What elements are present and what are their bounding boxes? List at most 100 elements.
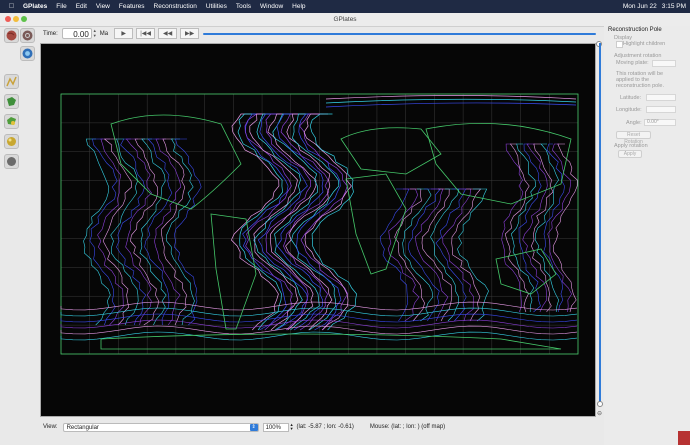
mouse-coordinates: Mouse: (lat: ; lon: ) (off map) xyxy=(369,424,446,430)
angle-field[interactable]: 0.00° xyxy=(644,119,676,126)
measure-tool-button[interactable] xyxy=(4,154,19,169)
menu-view[interactable]: View xyxy=(96,3,110,10)
menu-edit[interactable]: Edit xyxy=(76,3,87,10)
globe-icon xyxy=(6,30,17,41)
close-window-button[interactable] xyxy=(5,16,11,22)
menu-help[interactable]: Help xyxy=(292,3,305,10)
minimize-window-button[interactable] xyxy=(13,16,19,22)
isochron-line xyxy=(510,143,537,313)
step-forward-button[interactable]: ▶▶ xyxy=(180,28,200,39)
digitise-line-icon xyxy=(6,76,17,87)
zoom-window-button[interactable] xyxy=(21,16,27,22)
map-canvas[interactable] xyxy=(40,43,596,417)
step-back-button[interactable]: ◀◀ xyxy=(158,28,178,39)
measure-icon xyxy=(7,157,16,166)
globe-tool-button[interactable] xyxy=(4,28,19,43)
moving-plate-field[interactable] xyxy=(652,60,676,67)
isochron-line xyxy=(534,143,560,313)
step-forward-icon: ▶▶ xyxy=(185,31,195,37)
time-input[interactable]: 0.00 xyxy=(61,28,92,39)
menu-tools[interactable]: Tools xyxy=(236,3,251,10)
isochron-line xyxy=(125,138,153,326)
clock-time[interactable]: 3:15 PM xyxy=(662,3,686,10)
isochron-line xyxy=(325,95,577,100)
rotate-pole-icon xyxy=(7,137,16,146)
camera-lat-lon: (lat: -5.87 ; lon: -0.61) xyxy=(296,424,354,430)
plate-reconstruction-map[interactable] xyxy=(41,44,595,416)
time-label: Time: xyxy=(43,30,58,37)
isochron-line xyxy=(139,138,167,326)
select-feature-tool-button[interactable] xyxy=(4,94,19,109)
longitude-field[interactable] xyxy=(646,106,676,113)
zoom-level-field[interactable]: 100% xyxy=(262,422,289,432)
zoom-slider-handle[interactable] xyxy=(597,401,603,407)
apply-button[interactable]: Apply xyxy=(618,150,642,158)
reconstruction-pole-panel: Reconstruction Pole Display Highlight ch… xyxy=(604,26,690,445)
zoom-stepper[interactable]: ▲ ▼ xyxy=(290,423,294,431)
apply-rotation-label: Apply rotation xyxy=(614,143,648,149)
isochron-line xyxy=(547,143,572,313)
dock-icon-corner[interactable] xyxy=(678,431,690,445)
isochron-line xyxy=(166,138,195,326)
time-slider[interactable] xyxy=(203,33,596,35)
isochron-line xyxy=(272,113,320,331)
menu-file[interactable]: File xyxy=(56,3,66,10)
menu-reconstruction[interactable]: Reconstruction xyxy=(154,3,197,10)
rotation-note-line-3: reconstruction pole. xyxy=(616,83,664,89)
globe-zoom-tool-button[interactable] xyxy=(20,28,35,43)
isochron-line xyxy=(285,113,333,331)
longitude-label: Longitude: xyxy=(616,107,642,113)
move-vertex-icon xyxy=(7,117,16,125)
time-stepper[interactable]: ▲ ▼ xyxy=(92,28,98,39)
step-back-icon: ◀◀ xyxy=(163,31,173,37)
rotate-pole-tool-button[interactable] xyxy=(4,134,19,149)
clock-date[interactable]: Mon Jun 22 xyxy=(623,3,657,10)
isochron-line xyxy=(402,188,434,322)
menu-features[interactable]: Features xyxy=(119,3,145,10)
projection-value: Rectangular xyxy=(66,424,99,431)
projection-select[interactable]: Rectangular ⇕ xyxy=(62,422,259,432)
isochron-line xyxy=(530,143,554,313)
menu-window[interactable]: Window xyxy=(260,3,283,10)
move-vertex-tool-button[interactable] xyxy=(4,114,19,129)
isochron-line xyxy=(309,113,357,331)
window-title: GPlates xyxy=(333,16,357,23)
window-title-bar: GPlates xyxy=(0,13,690,27)
apple-icon[interactable]:  xyxy=(6,3,17,10)
isochron-line xyxy=(60,319,578,329)
moving-plate-label: Moving plate: xyxy=(616,60,649,66)
zoom-out-icon[interactable]: ⊖ xyxy=(597,410,602,417)
isochron-line xyxy=(325,98,577,104)
angle-label: Angle: xyxy=(626,120,642,126)
status-bar: View: Rectangular ⇕ 100% ▲ ▼ (lat: -5.87 … xyxy=(40,420,600,434)
latitude-field[interactable] xyxy=(646,94,676,101)
zoom-tool-button[interactable] xyxy=(20,46,35,61)
zoom-slider-track[interactable] xyxy=(599,43,601,405)
select-feature-icon xyxy=(7,97,16,106)
isochron-line xyxy=(387,188,420,322)
menu-app-name[interactable]: GPlates xyxy=(23,3,47,10)
view-label: View: xyxy=(43,424,58,430)
highlight-children-checkbox[interactable] xyxy=(616,41,623,48)
isochron-line xyxy=(303,113,352,331)
isochron-line xyxy=(230,113,280,331)
isochron-line xyxy=(60,307,578,317)
isochron-line xyxy=(60,313,578,323)
adjustment-rotation-label: Adjustment rotation xyxy=(614,53,662,59)
play-button[interactable]: ▶ xyxy=(114,28,134,39)
isochron-line xyxy=(430,188,460,322)
reset-rotation-button[interactable]: Reset Rotation xyxy=(616,131,651,145)
isochron-line xyxy=(501,143,524,313)
menu-utilities[interactable]: Utilities xyxy=(206,3,227,10)
highlight-children-label: Highlight children xyxy=(623,41,666,47)
rewind-to-start-icon: |◀◀ xyxy=(140,31,152,37)
globe-zoom-icon xyxy=(22,30,33,41)
globe-green-icon xyxy=(22,48,33,59)
isochron-line xyxy=(325,102,577,108)
latitude-label: Latitude: xyxy=(620,95,642,101)
menu-extras: Mon Jun 22 3:15 PM xyxy=(623,0,686,13)
digitise-tool-button[interactable] xyxy=(4,74,19,89)
chevron-down-icon: ⇕ xyxy=(249,423,258,431)
rewind-to-start-button[interactable]: |◀◀ xyxy=(136,28,156,39)
menu-bar:  GPlates File Edit View Features Recons… xyxy=(0,0,690,13)
